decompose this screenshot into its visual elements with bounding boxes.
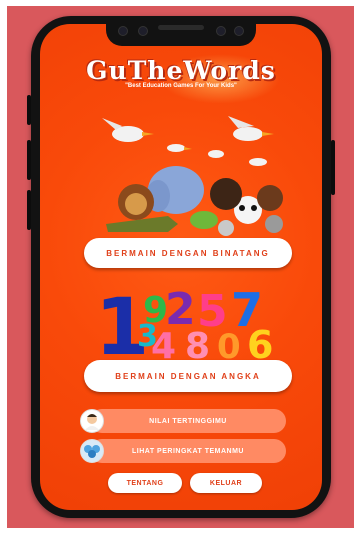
sensor-icon [138,26,148,36]
numbers-illustration: 1 9 2 5 7 3 4 8 0 6 [95,283,273,362]
animals-illustration [102,116,283,236]
phone-side-button-middle [27,140,31,180]
digit-4: 4 [151,326,176,362]
phone-power-button [331,140,335,195]
sensor-icon [234,26,244,36]
app-logo: GuTheWords "Best Education Games For You… [40,56,322,89]
leaderboard-button[interactable]: LIHAT PERINGKAT TEMANMU [90,439,286,463]
leaderboard-label: LIHAT PERINGKAT TEMANMU [132,447,244,455]
bird-icon [249,158,267,166]
about-button[interactable]: TENTANG [108,473,182,493]
logo-title: GuTheWords [86,56,276,85]
digit-0: 0 [217,327,241,362]
phone-side-button-top [27,95,31,125]
digit-6: 6 [247,323,273,362]
phone-side-button-bottom [27,190,31,230]
front-camera-icon [118,26,128,36]
sensor-icon [216,26,226,36]
friends-icon [84,445,100,458]
bird-icon [167,144,192,152]
play-with-numbers-label: BERMAIN DENGAN ANGKA [115,371,261,381]
phone-notch [106,16,256,46]
bird-icon [102,118,154,142]
app-screen: GuTheWords "Best Education Games For You… [40,24,322,510]
lion-icon [118,184,154,220]
leaderboard-avatar [80,439,104,463]
highscore-avatar [80,409,104,433]
logo-tagline: "Best Education Games For Your Kids" [125,83,237,89]
bird-icon [208,150,224,158]
exit-button[interactable]: KELUAR [190,473,262,493]
bird-icon [228,116,274,141]
play-with-numbers-button[interactable]: BERMAIN DENGAN ANGKA [84,360,292,392]
speaker-grille [158,25,204,30]
highscore-label: NILAI TERTINGGIMU [149,417,227,425]
about-label: TENTANG [126,479,164,487]
highscore-button[interactable]: NILAI TERTINGGIMU [90,409,286,433]
digit-8: 8 [185,326,210,362]
exit-label: KELUAR [209,479,243,487]
elephant-icon [146,166,204,214]
frog-icon [190,211,218,229]
student-icon [85,414,99,430]
play-with-animals-label: BERMAIN DENGAN BINATANG [106,248,270,258]
play-with-animals-button[interactable]: BERMAIN DENGAN BINATANG [84,238,292,268]
